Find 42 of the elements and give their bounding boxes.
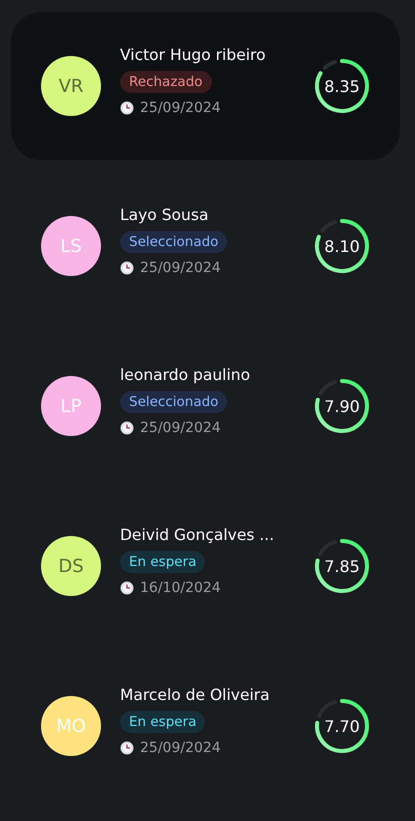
status-badge: Seleccionado — [120, 231, 228, 253]
avatar: DS — [41, 536, 101, 596]
clock-icon — [120, 581, 134, 595]
candidate-card[interactable]: DS Deivid Gonçalves ... En espera 16/10/2024 7.85 — [11, 492, 400, 640]
avatar: VR — [41, 56, 101, 116]
clock-icon — [120, 261, 134, 275]
score-ring — [315, 539, 369, 593]
status-badge: En espera — [120, 551, 206, 573]
status-badge: En espera — [120, 711, 206, 733]
candidate-name: Marcelo de Oliveira — [120, 686, 270, 704]
clock-icon — [120, 741, 134, 755]
avatar: LS — [41, 216, 101, 276]
clock-icon — [120, 101, 134, 115]
date-text: 25/09/2024 — [140, 740, 221, 756]
score-value: 8.10 — [324, 236, 360, 256]
score-value: 7.70 — [324, 716, 360, 736]
candidate-card[interactable]: VR Victor Hugo ribeiro Rechazado 25/09/2024 8.35 — [11, 12, 400, 160]
candidate-name: Deivid Gonçalves ... — [120, 526, 274, 544]
score-value: 7.85 — [324, 556, 360, 576]
score-ring — [315, 379, 369, 433]
candidate-name: Layo Sousa — [120, 206, 208, 224]
score-ring — [315, 59, 369, 113]
candidate-card[interactable]: MO Marcelo de Oliveira En espera 25/09/2024 7.70 — [11, 652, 400, 800]
candidate-name: Victor Hugo ribeiro — [120, 46, 266, 64]
date-text: 25/09/2024 — [140, 420, 221, 436]
date-text: 25/09/2024 — [140, 100, 221, 116]
candidate-name: leonardo paulino — [120, 366, 250, 384]
status-badge: Seleccionado — [120, 391, 228, 413]
score-value: 7.90 — [324, 396, 360, 416]
date-text: 25/09/2024 — [140, 260, 221, 276]
candidate-card[interactable]: LS Layo Sousa Seleccionado 25/09/2024 8.10 — [11, 172, 400, 320]
avatar: MO — [41, 696, 101, 756]
ring-track — [320, 220, 338, 233]
avatar: LP — [41, 376, 101, 436]
ring-track — [322, 60, 338, 70]
clock-icon — [120, 421, 134, 435]
score-ring — [315, 699, 369, 753]
score-ring — [315, 219, 369, 273]
score-value: 8.35 — [324, 76, 360, 96]
status-badge: Rechazado — [120, 71, 212, 93]
date-text: 16/10/2024 — [140, 580, 221, 596]
candidate-card[interactable]: LP leonardo paulino Seleccionado 25/09/2024 7.90 — [11, 332, 400, 480]
